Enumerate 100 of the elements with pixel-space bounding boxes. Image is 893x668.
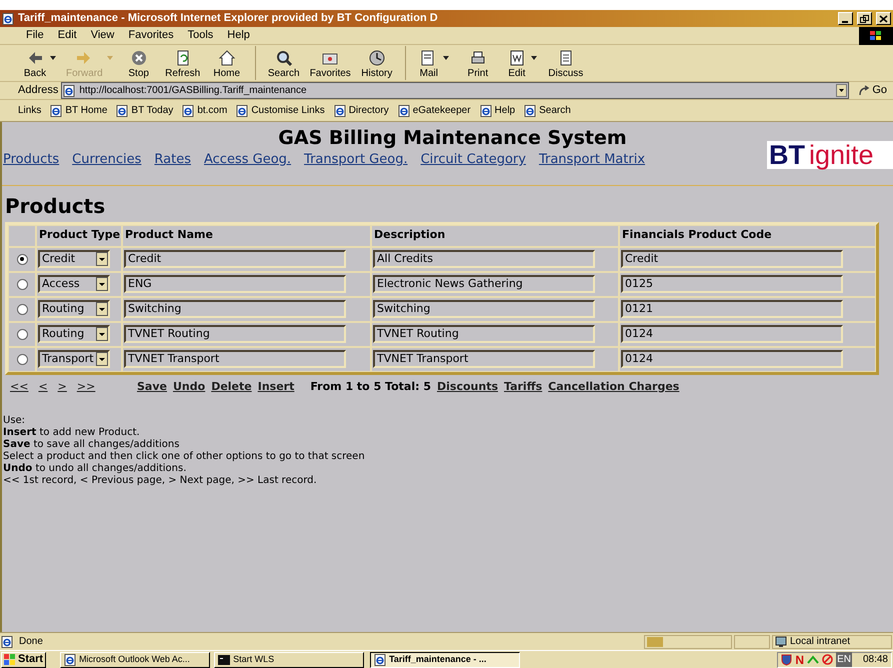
menu-item[interactable]: Help <box>227 27 250 44</box>
toolbar-button[interactable]: Discuss <box>544 46 588 80</box>
nav-link[interactable]: Access Geog. <box>204 150 292 170</box>
name-field[interactable]: Credit <box>124 250 346 268</box>
toolbar-button[interactable]: History <box>354 46 399 80</box>
description-field[interactable]: TVNET Transport <box>373 350 595 368</box>
description-field[interactable]: TVNET Routing <box>373 325 595 343</box>
related-link[interactable]: Tariffs <box>504 378 542 395</box>
code-field[interactable]: 0124 <box>621 325 843 343</box>
taskbar-button[interactable]: Start WLS <box>214 652 364 668</box>
caret-icon <box>50 56 56 60</box>
favorite-link[interactable]: Customise Links <box>236 103 325 118</box>
pager-link[interactable]: << <box>10 378 28 395</box>
toolbar-button[interactable]: Stop <box>116 46 161 80</box>
name-field[interactable]: Switching <box>124 300 346 318</box>
action-link[interactable]: Insert <box>258 378 294 395</box>
close-icon[interactable] <box>876 12 891 25</box>
name-field[interactable]: TVNET Routing <box>124 325 346 343</box>
clock: 08:48 <box>862 653 888 667</box>
menu-item[interactable]: View <box>90 27 114 44</box>
page-icon <box>50 104 62 116</box>
record-count: From 1 to 5 Total: 5 <box>310 378 431 394</box>
toolbar-button[interactable]: Favorites <box>306 46 355 80</box>
toolbar-button[interactable]: Mail <box>412 46 456 80</box>
related-link[interactable]: Cancellation Charges <box>548 378 680 395</box>
pager-link[interactable]: >> <box>76 378 96 395</box>
name-field[interactable]: TVNET Transport <box>124 350 346 368</box>
pager-link[interactable]: < <box>38 378 48 395</box>
page-icon <box>236 104 248 116</box>
network-icon <box>807 654 820 666</box>
menu-item[interactable]: File <box>26 27 44 44</box>
help-text: Undo to undo all changes/additions. <box>3 463 186 475</box>
type-select[interactable]: Transport <box>38 350 110 368</box>
toolbar-button[interactable]: Home <box>204 46 249 80</box>
help-text: Save to save all changes/additions <box>3 439 180 451</box>
caret-icon <box>530 56 537 60</box>
nav-link[interactable]: Products <box>3 150 60 170</box>
type-select[interactable]: Credit <box>38 250 110 268</box>
toolbar-button[interactable]: Print <box>456 46 500 80</box>
favorite-link[interactable]: Help <box>480 103 516 118</box>
minimize-icon[interactable] <box>838 12 853 25</box>
restore-icon[interactable] <box>857 12 872 25</box>
nav-link[interactable]: Transport Matrix <box>538 150 646 170</box>
language-indicator: EN <box>836 652 852 667</box>
description-field[interactable]: Switching <box>373 300 595 318</box>
column-header: Product Name <box>122 224 371 246</box>
go-button[interactable]: Go <box>852 82 893 99</box>
nav-link[interactable]: Circuit Category <box>420 150 526 170</box>
nav-link[interactable]: Rates <box>154 150 191 170</box>
taskbar-button[interactable]: Microsoft Outlook Web Ac... <box>60 652 210 668</box>
row-radio[interactable] <box>16 254 28 264</box>
toolbar-button[interactable]: Refresh <box>160 46 205 80</box>
favorite-link[interactable]: BT Home <box>50 103 108 118</box>
row-radio[interactable] <box>16 328 28 340</box>
code-field[interactable]: 0124 <box>621 350 843 368</box>
name-field[interactable]: ENG <box>124 275 346 293</box>
windows-logo-icon <box>4 654 16 665</box>
start-button[interactable]: Start <box>1 652 46 668</box>
description-field[interactable]: All Credits <box>373 250 595 268</box>
column-header: Product Type <box>36 224 122 246</box>
action-link[interactable]: Undo <box>172 378 206 395</box>
favorite-link[interactable]: Directory <box>334 103 389 118</box>
action-link[interactable]: Delete <box>211 378 252 395</box>
menu-item[interactable]: Tools <box>188 27 214 44</box>
related-link[interactable]: Discounts <box>437 378 498 395</box>
page-icon <box>182 104 194 116</box>
action-link[interactable]: Save <box>137 378 167 395</box>
type-select[interactable]: Routing <box>38 300 110 318</box>
toolbar-button[interactable]: Back <box>18 46 62 80</box>
description-field[interactable]: Electronic News Gathering <box>373 275 595 293</box>
nav-link[interactable]: Transport Geog. <box>304 150 408 170</box>
browser-icon <box>2 12 14 24</box>
no-entry-icon <box>822 654 834 665</box>
code-field[interactable]: Credit <box>621 250 843 268</box>
toolbar-button[interactable]: Search <box>262 46 306 80</box>
page-icon <box>1 636 13 648</box>
favorite-link[interactable]: Search <box>524 103 571 118</box>
security-zone: Local intranet <box>772 634 892 648</box>
menu-item[interactable]: Edit <box>58 27 77 44</box>
favorite-link[interactable]: eGatekeeper <box>398 103 471 118</box>
nav-link[interactable]: Currencies <box>72 150 142 170</box>
status-text: Done <box>19 635 44 649</box>
row-radio[interactable] <box>16 278 28 290</box>
row-radio[interactable] <box>16 354 28 364</box>
pager-link[interactable]: > <box>58 378 67 395</box>
code-field[interactable]: 0125 <box>621 275 843 293</box>
type-select[interactable]: Access <box>38 275 110 293</box>
help-text: Insert to add new Product. <box>3 427 140 439</box>
favorite-link[interactable]: bt.com <box>182 103 228 118</box>
taskbar-button[interactable]: Tariff_maintenance - ... <box>370 652 520 668</box>
code-field[interactable]: 0121 <box>621 300 843 318</box>
windows-logo-icon <box>859 26 893 44</box>
page-icon <box>63 84 76 96</box>
section-title: Products <box>4 192 106 220</box>
toolbar-button[interactable]: Edit <box>500 46 544 80</box>
type-select[interactable]: Routing <box>38 325 110 343</box>
menu-item[interactable]: Favorites <box>128 27 174 44</box>
address-field[interactable]: http://localhost:7001/GASBilling.Tariff_maintenance <box>61 82 850 99</box>
row-radio[interactable] <box>16 304 28 314</box>
favorite-link[interactable]: BT Today <box>116 103 174 118</box>
